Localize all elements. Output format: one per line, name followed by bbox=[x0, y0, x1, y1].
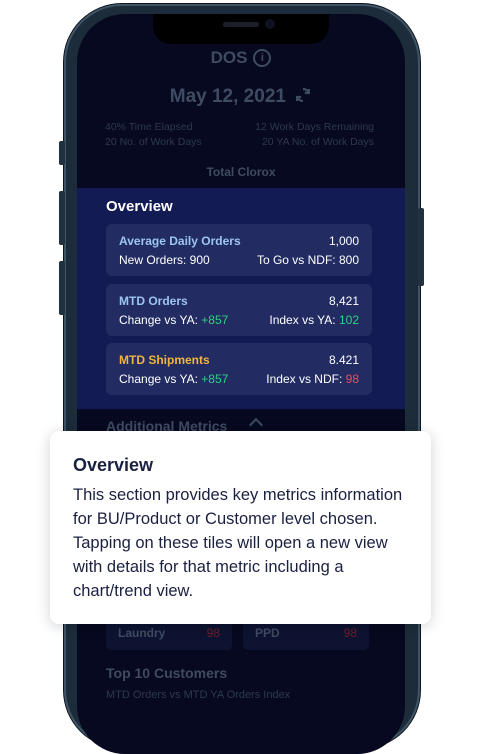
tile-name: MTD Orders bbox=[119, 294, 188, 308]
camera bbox=[265, 19, 275, 29]
tile-mtd-orders[interactable]: MTD Orders 8,421 Change vs YA: +857 Inde… bbox=[106, 284, 372, 336]
tile-name: Average Daily Orders bbox=[119, 234, 241, 248]
speaker bbox=[223, 22, 259, 27]
notch bbox=[153, 14, 329, 44]
change-value: +857 bbox=[201, 372, 229, 386]
change-vs-ya: Change vs YA: +857 bbox=[119, 313, 228, 327]
new-orders: New Orders: 900 bbox=[119, 253, 210, 267]
metric-label: Laundry bbox=[118, 626, 166, 640]
volume-down-button bbox=[59, 261, 65, 315]
metric-value: 98 bbox=[343, 626, 357, 640]
work-days-remaining: 12 Work Days Remaining bbox=[255, 121, 374, 133]
tooltip-title: Overview bbox=[73, 455, 154, 475]
tile-average-daily-orders[interactable]: Average Daily Orders 1,000 New Orders: 9… bbox=[106, 224, 372, 276]
stats-left: 40% Time Elapsed 20 No. of Work Days bbox=[105, 120, 202, 150]
tile-value: 8,421 bbox=[328, 294, 359, 308]
index-vs-ndf: Index vs NDF: 98 bbox=[266, 372, 359, 386]
work-days: 20 No. of Work Days bbox=[105, 136, 202, 148]
overview-title: Overview bbox=[106, 198, 173, 215]
tile-name: MTD Shipments bbox=[119, 353, 210, 367]
title-text: DOS bbox=[210, 48, 248, 67]
top10-subtitle: MTD Orders vs MTD YA Orders Index bbox=[106, 689, 291, 701]
tile-value: 8.421 bbox=[328, 353, 359, 367]
index-vs-ya: Index vs YA: 102 bbox=[269, 313, 359, 327]
tile-mtd-shipments[interactable]: MTD Shipments 8.421 Change vs YA: +857 I… bbox=[106, 343, 372, 395]
time-elapsed: 40% Time Elapsed bbox=[105, 121, 193, 133]
info-icon[interactable]: i bbox=[253, 49, 272, 67]
tile-value: 1,000 bbox=[328, 234, 359, 248]
mute-switch bbox=[59, 141, 65, 165]
change-value: +857 bbox=[201, 313, 229, 327]
change-vs-ya: Change vs YA: +857 bbox=[119, 372, 228, 386]
overview-section: Overview Average Daily Orders 1,000 New … bbox=[77, 188, 405, 409]
top10-title: Top 10 Customers bbox=[106, 665, 228, 681]
power-button bbox=[418, 208, 424, 286]
index-label: Index vs NDF: bbox=[266, 372, 346, 386]
metric-value: 98 bbox=[206, 626, 220, 640]
refresh-icon[interactable] bbox=[294, 86, 312, 104]
to-go-vs-ndf: To Go vs NDF: 800 bbox=[256, 253, 359, 267]
date-header: May 12, 2021 bbox=[77, 86, 405, 108]
index-value: 98 bbox=[345, 372, 359, 386]
date-text: May 12, 2021 bbox=[169, 86, 286, 107]
scope-label: Total Clorox bbox=[206, 165, 276, 179]
metric-label: PPD bbox=[255, 626, 280, 640]
change-label: Change vs YA: bbox=[119, 372, 202, 386]
chevron-up-icon[interactable] bbox=[248, 417, 264, 433]
ya-work-days: 20 YA No. of Work Days bbox=[261, 136, 374, 148]
index-label: Index vs YA: bbox=[269, 313, 339, 327]
app-screen: DOS i May 12, 2021 40% Time Elapsed 20 No… bbox=[77, 14, 405, 754]
volume-up-button bbox=[59, 191, 65, 245]
change-label: Change vs YA: bbox=[119, 313, 202, 327]
stats-right: 12 Work Days Remaining 20 YA No. of Work… bbox=[255, 120, 374, 150]
tooltip-card: Overview This section provides key metri… bbox=[50, 431, 431, 624]
page-title: DOS i bbox=[77, 48, 405, 68]
tooltip-body: This section provides key metrics inform… bbox=[73, 486, 403, 600]
index-value: 102 bbox=[338, 313, 359, 327]
